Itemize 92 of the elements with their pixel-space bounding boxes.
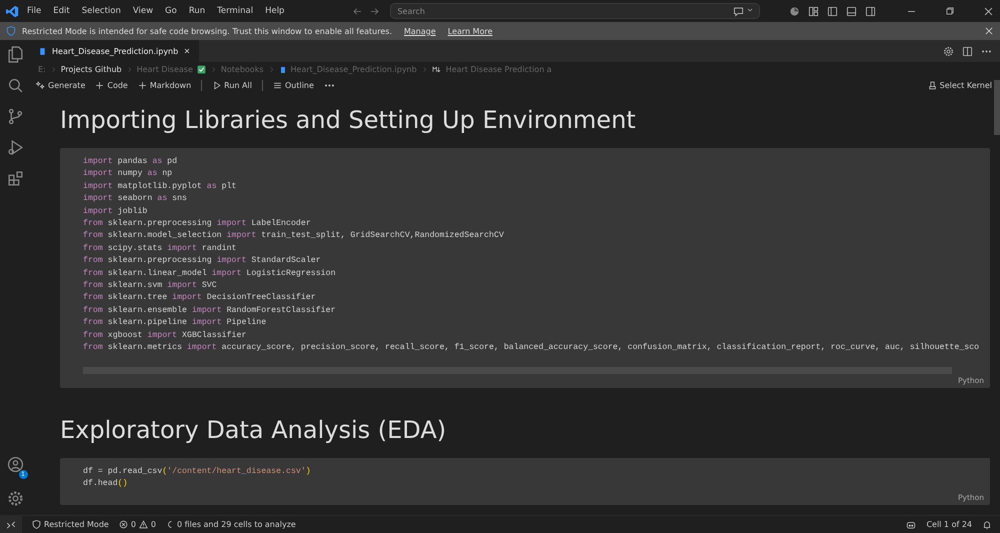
vscode-logo-icon <box>6 4 19 18</box>
code-cell[interactable] <box>60 148 990 388</box>
chevron-down-icon[interactable] <box>746 6 754 14</box>
kernel-icon <box>928 81 937 90</box>
markdown-icon <box>432 65 442 74</box>
vertical-scrollbar[interactable] <box>994 80 1000 135</box>
check-box-icon <box>196 65 206 74</box>
close-icon[interactable] <box>983 6 994 16</box>
search-icon[interactable] <box>6 77 24 94</box>
chevron-right-icon <box>420 66 428 73</box>
plus-icon <box>95 81 104 90</box>
menu-item[interactable]: View <box>128 4 158 18</box>
menu-item[interactable]: Terminal <box>213 4 258 18</box>
code-line: from sklearn.pipeline import Pipeline <box>83 318 266 328</box>
editor-tab[interactable]: Heart_Disease_Prediction.ipynb <box>30 40 200 62</box>
chevron-right-icon <box>268 66 274 73</box>
analysis-status[interactable]: 0 files and 29 cells to analyze <box>166 520 296 529</box>
code-line: from sklearn.preprocessing import LabelEncoder <box>83 219 311 228</box>
chevron-right-icon <box>126 66 133 73</box>
close-icon[interactable] <box>984 26 994 36</box>
pie-chart-icon[interactable] <box>789 6 800 16</box>
shield-icon <box>32 520 41 529</box>
menu-item[interactable]: Go <box>161 4 181 18</box>
toolbar-button[interactable]: Outline <box>272 81 314 90</box>
code-line: from sklearn.linear_model import LogisticRegression <box>83 268 336 278</box>
plus-icon <box>138 81 147 90</box>
code-line: from sklearn.metrics import accuracy_score, precision_score, recall_score, f1_score, balanced_accuracy_score, confusion_matrix, classification_report, roc_curve, auc, silhouette_sco <box>83 343 980 352</box>
list-icon <box>272 81 282 90</box>
code-line: import matplotlib.pyplot as plt <box>83 182 237 191</box>
bottom-panel-icon[interactable] <box>846 6 857 16</box>
files-icon[interactable] <box>6 46 24 63</box>
remote-button[interactable] <box>0 516 22 533</box>
code-line: from sklearn.svm import SVC <box>83 281 217 290</box>
account-icon[interactable] <box>6 456 24 473</box>
play-icon <box>212 81 222 90</box>
menu-item[interactable]: Help <box>261 4 288 18</box>
search-field[interactable]: Search <box>390 3 760 19</box>
settings-icon[interactable] <box>943 46 954 56</box>
right-panel-icon[interactable] <box>865 6 876 16</box>
toolbar-button[interactable]: Run All <box>212 81 252 90</box>
notification-bell-icon[interactable] <box>982 520 992 530</box>
notice-link[interactable]: Learn More <box>448 26 493 36</box>
source-control-icon[interactable] <box>6 108 24 125</box>
menu-item[interactable]: File <box>23 4 46 18</box>
code-line: from xgboost import XGBClassifier <box>83 330 246 340</box>
notebook-file-icon <box>38 46 47 56</box>
code-line: from sklearn.ensemble import RandomForestClassifier <box>83 306 336 315</box>
section-heading: Importing Libraries and Setting Up Environment <box>60 106 636 134</box>
code-line: from scipy.stats import randint <box>83 244 237 253</box>
breadcrumb-item[interactable]: Projects Github <box>60 65 122 74</box>
toolbar-button[interactable]: Code <box>95 81 128 90</box>
forward-arrow-icon[interactable] <box>369 6 380 16</box>
code-line: import numpy as np <box>83 169 172 178</box>
sparkle-icon <box>36 81 45 90</box>
progress-icon <box>166 520 174 529</box>
close-icon[interactable] <box>183 47 192 55</box>
code-line: df = pd.read_csv('/content/heart_disease.csv') <box>83 466 311 476</box>
layout-icon[interactable] <box>808 6 819 16</box>
code-line: from sklearn.preprocessing import StandardScaler <box>83 256 321 266</box>
toolbar-button[interactable]: Generate <box>36 81 86 90</box>
menu-item[interactable]: Selection <box>78 4 125 18</box>
remote-icon <box>6 520 16 530</box>
problems-button[interactable]: 0 0 <box>118 520 156 529</box>
menu-item[interactable]: Run <box>184 4 210 18</box>
code-line: import pandas as pd <box>83 157 178 166</box>
code-line: df.head() <box>83 478 128 488</box>
section-heading: Exploratory Data Analysis (EDA) <box>60 416 446 444</box>
chat-icon[interactable] <box>733 6 744 17</box>
run-debug-icon[interactable] <box>6 139 24 156</box>
menu-item[interactable]: Edit <box>49 4 74 18</box>
shield-icon <box>6 26 16 36</box>
split-editor-icon[interactable] <box>962 46 973 56</box>
cell-position[interactable]: Cell 1 of 24 <box>926 520 972 529</box>
restore-icon[interactable] <box>945 6 955 16</box>
warning-icon <box>138 520 148 529</box>
chevron-right-icon <box>210 66 217 73</box>
select-kernel-button[interactable]: Select Kernel <box>928 81 992 90</box>
toolbar-button[interactable]: Markdown <box>138 81 192 90</box>
code-line: import seaborn as sns <box>83 194 187 204</box>
chevron-right-icon <box>50 66 57 73</box>
back-arrow-icon[interactable] <box>352 6 364 16</box>
code-line: from sklearn.model_selection import train_test_split, GridSearchCV,RandomizedSearchCV <box>83 231 504 240</box>
notice-link[interactable]: Manage <box>404 26 436 36</box>
notice-text: Restricted Mode is intended for safe code browsing. Trust this window to enable all features. <box>22 26 392 36</box>
error-icon <box>118 520 128 529</box>
extensions-icon[interactable] <box>6 170 24 187</box>
notebook-file-icon <box>278 66 286 74</box>
restricted-mode-button[interactable]: Restricted Mode <box>32 520 109 529</box>
code-line: from sklearn.tree import DecisionTreeClassifier <box>83 293 316 302</box>
code-line: import joblib <box>83 206 148 216</box>
left-panel-icon[interactable] <box>827 6 838 16</box>
settings-icon[interactable] <box>6 490 24 507</box>
